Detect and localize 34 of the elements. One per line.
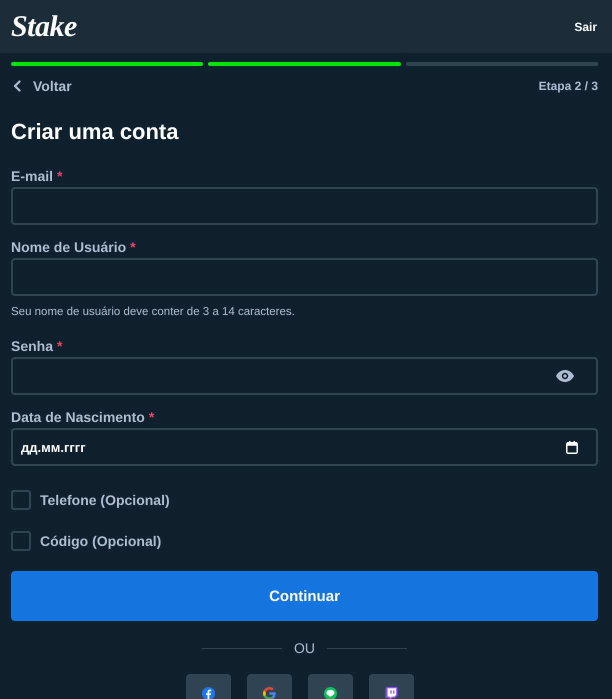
calendar-icon[interactable] <box>566 440 578 454</box>
password-field[interactable] <box>11 357 598 395</box>
chat-bubble-icon <box>324 687 336 699</box>
back-button[interactable]: Voltar <box>11 76 76 96</box>
required-mark: * <box>57 167 62 185</box>
logo[interactable]: Stake <box>11 10 77 44</box>
checkbox-label[interactable]: Código (Opcional) <box>40 532 162 550</box>
checkbox-label[interactable]: Telefone (Opcional) <box>40 491 170 509</box>
field-label: E-mail <box>11 167 54 185</box>
chevron-left-icon <box>13 80 21 92</box>
field-hint: Seu nome de usuário deve conter de 3 a 14 caracteres. <box>11 305 296 319</box>
social-login-button[interactable] <box>186 674 230 699</box>
checkbox[interactable] <box>11 490 31 510</box>
social-login-button[interactable] <box>368 674 414 699</box>
google-icon <box>262 687 276 699</box>
required-mark: * <box>57 337 62 355</box>
facebook-icon <box>202 687 214 699</box>
username-field[interactable] <box>11 258 598 296</box>
twitch-icon <box>384 687 398 699</box>
email-field[interactable] <box>11 187 598 225</box>
required-mark: * <box>148 408 154 426</box>
field-label: Senha <box>11 337 54 355</box>
required-mark: * <box>130 238 136 256</box>
field-label: Data de Nascimento <box>11 408 145 426</box>
divider-label: OU <box>294 639 315 657</box>
eye-icon[interactable] <box>556 370 574 382</box>
page-title: Criar uma conta <box>11 118 180 146</box>
continue-button[interactable]: Continuar <box>11 571 598 621</box>
checkbox[interactable] <box>11 531 31 551</box>
step-counter: Etapa 2 / 3 <box>538 79 598 93</box>
field-label: Nome de Usuário <box>11 238 126 256</box>
date-field[interactable]: дд.мм.гггг <box>11 428 598 466</box>
exit-link[interactable]: Sair <box>574 18 597 34</box>
social-login-button[interactable] <box>308 674 352 699</box>
